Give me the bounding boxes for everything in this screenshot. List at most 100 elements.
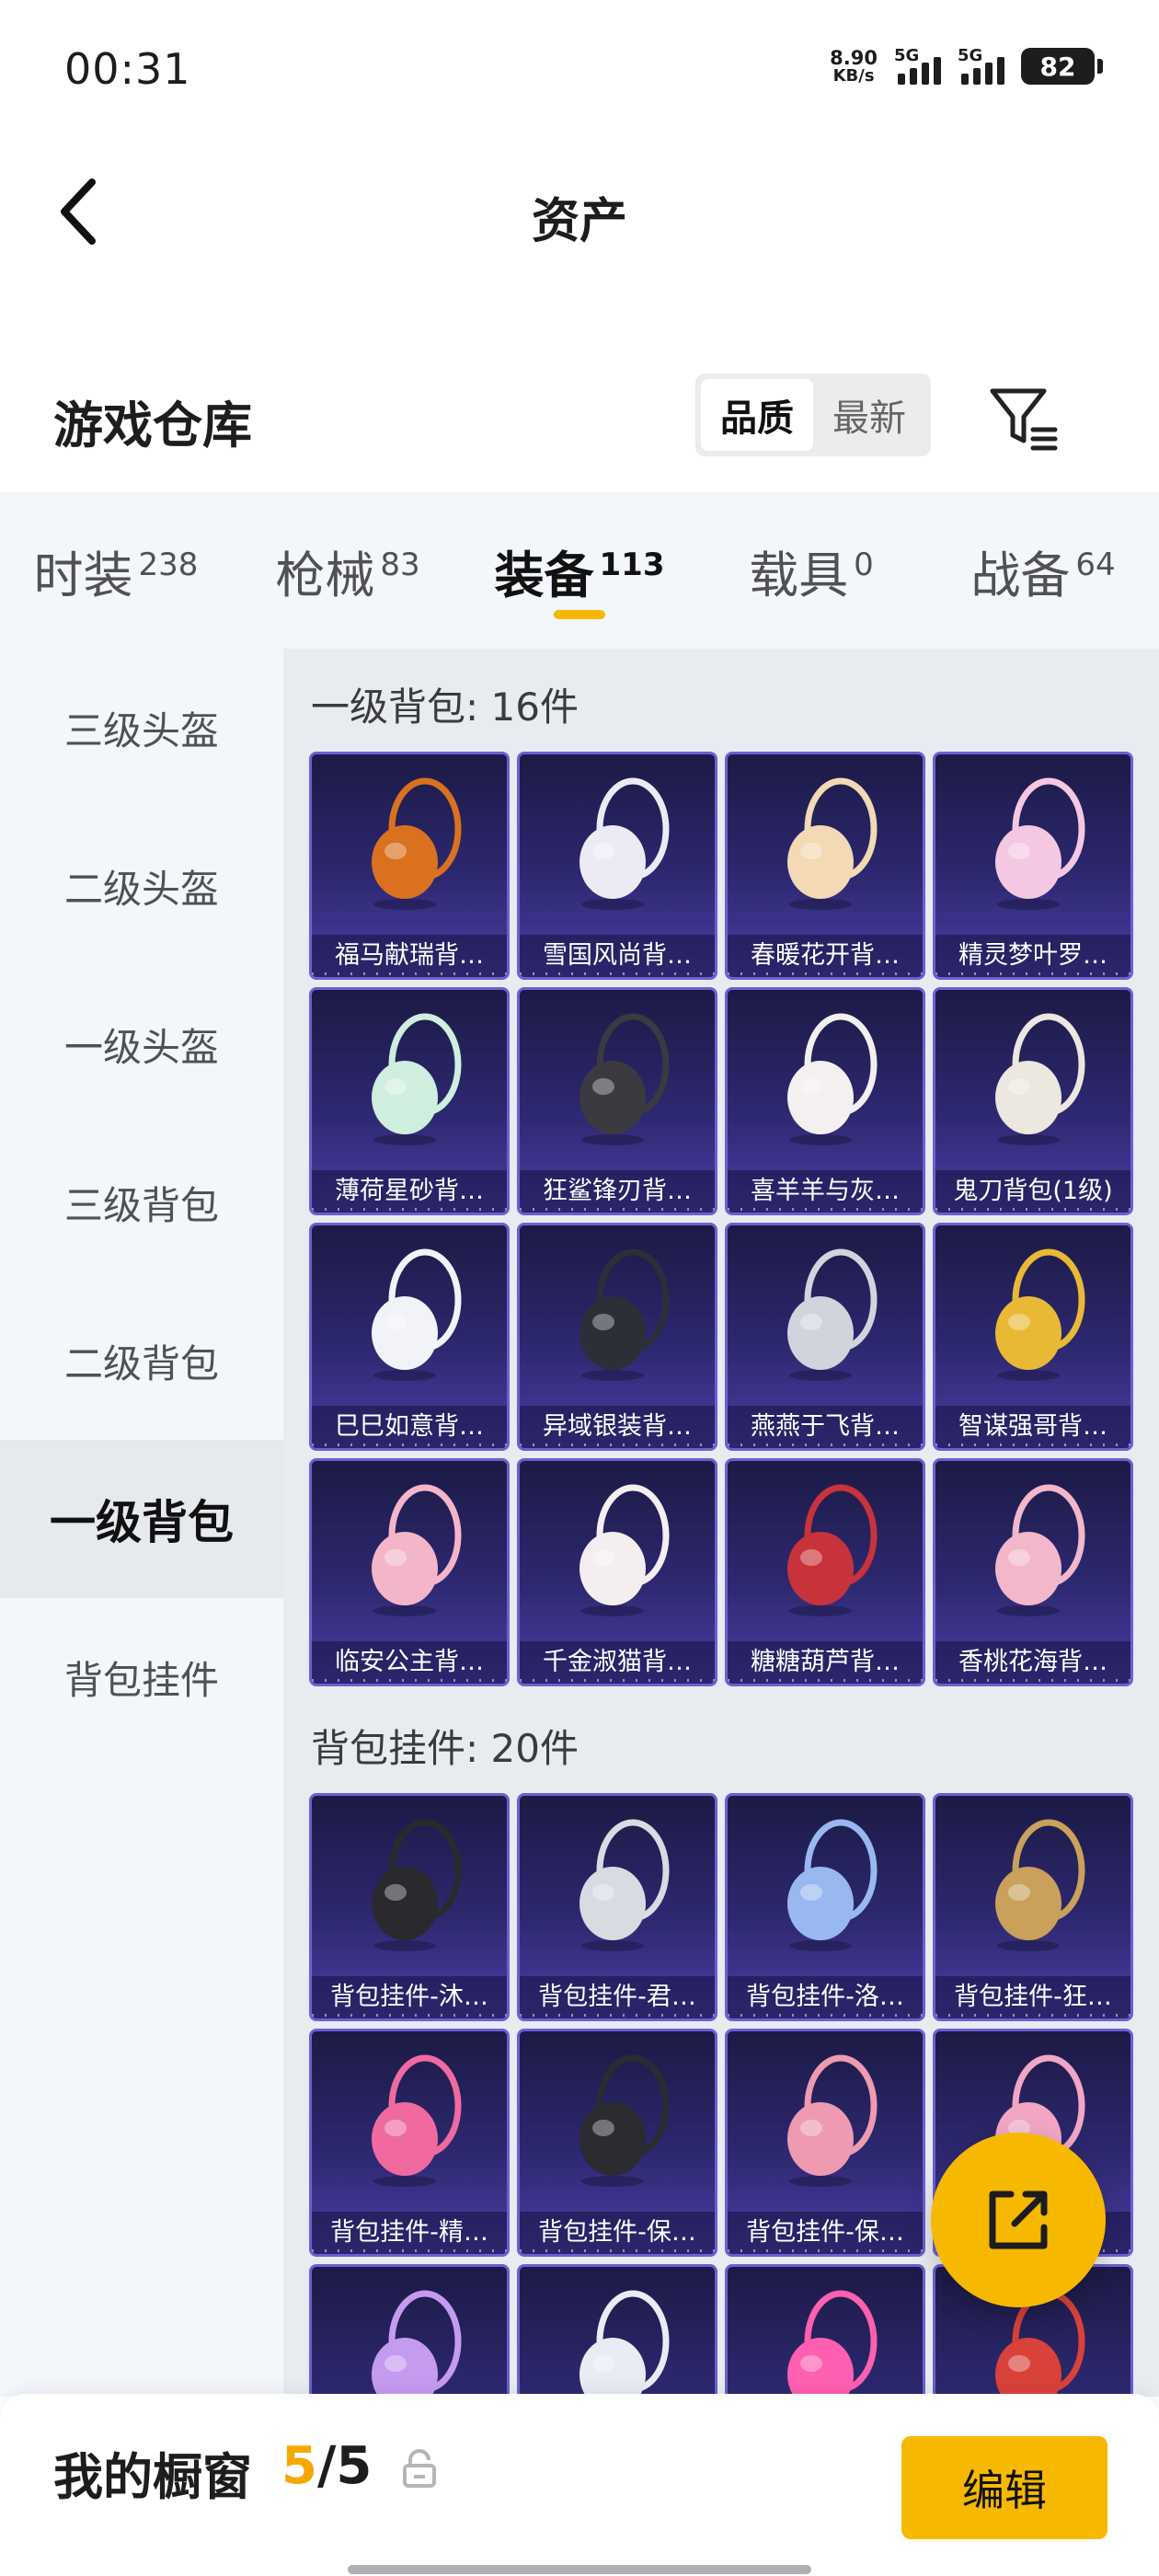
category-tabs: 时装 238 枪械 83 装备 113 载具 0 战备 64 [0,492,1159,649]
item-name: 雪国风尚背… [520,935,715,977]
item-name: 背包挂件-洛… [728,1976,923,2018]
item-card[interactable]: 临安公主背… [309,1458,510,1686]
item-card[interactable]: 燕燕于飞背… [725,1223,925,1451]
item-card[interactable]: 背包挂件-保… [517,2029,717,2257]
tab-label: 时装 [33,546,133,604]
red-gourd-backpack-icon [728,1461,923,1645]
network-speed-unit: KB/s [832,65,875,86]
item-card[interactable]: 异域银装背… [517,1223,717,1451]
sidebar-item-backpack-charms[interactable]: 背包挂件 [0,1598,283,1756]
filter-button[interactable] [982,377,1065,460]
item-name: 巳巳如意背… [312,1406,507,1448]
item-card[interactable]: 鬼刀背包(1级) [933,987,1133,1215]
warehouse-title: 游戏仓库 [53,397,252,454]
pink-shell-backpack-icon [935,1461,1130,1645]
tab-count: 113 [599,546,665,583]
yellow-mascot-backpack-icon [935,1225,1130,1409]
item-card[interactable]: 薄荷星砂背… [309,987,510,1215]
edit-button[interactable]: 编辑 [901,2436,1107,2539]
pink-safe-charm-icon [728,2031,923,2215]
item-card[interactable]: 狂鲨锋刃背… [517,987,717,1215]
item-name: 福马献瑞背… [312,935,507,977]
item-card[interactable]: 背包挂件-君… [517,1793,717,2021]
item-card[interactable]: 背包挂件-狂… [933,1793,1133,2021]
showcase-count: 5/5 [281,2436,372,2496]
warehouse-header: 游戏仓库 品质 最新 [0,359,1159,478]
black-cat-charm-icon [312,1796,507,1980]
item-card[interactable]: 智谋强哥背… [933,1223,1133,1451]
share-button[interactable] [931,2133,1106,2307]
signal-strength-icon: 5G [958,46,1004,85]
item-card[interactable]: 福马献瑞背… [309,752,510,980]
item-name: 背包挂件-精… [312,2212,507,2254]
sidebar-item-backpack-lv3[interactable]: 三级背包 [0,1123,283,1282]
item-card[interactable]: 巳巳如意背… [309,1223,510,1451]
item-name: 精灵梦叶罗… [935,935,1130,977]
item-card[interactable]: 雪国风尚背… [517,752,717,980]
item-card[interactable]: 香桃花海背… [933,1458,1133,1686]
signal-strength-icon: 5G [894,46,941,85]
tab-count: 64 [1075,546,1116,583]
tab-count: 238 [138,546,199,583]
signal-bar [922,63,929,85]
showcase-label: 我的橱窗 [53,2448,252,2506]
item-card[interactable]: 春暖花开背… [725,752,925,980]
swallow-backpack-icon [728,1225,923,1409]
tab-equipment[interactable]: 装备 113 [464,535,695,619]
sort-option-quality[interactable]: 品质 [701,379,813,451]
sidebar-item-helmet-lv3[interactable]: 三级头盔 [0,649,283,807]
status-indicators: 8.90 KB/s 5G 5G 82 [830,46,1103,86]
item-name: 春暖花开背… [728,935,923,977]
item-name: 背包挂件-狂… [935,1976,1130,2018]
tab-vehicles[interactable]: 载具 0 [695,535,927,607]
status-bar: 00:31 8.90 KB/s 5G 5G 82 [0,0,1159,138]
sidebar-item-backpack-lv1[interactable]: 一级背包 [0,1440,283,1598]
network-speed: 8.90 KB/s [830,48,878,86]
golden-fin-charm-icon [935,1796,1130,1980]
item-card[interactable]: 背包挂件-精… [309,2029,510,2257]
orange-horse-backpack-icon [312,754,507,938]
item-card[interactable]: 千金淑猫背… [517,1458,717,1686]
item-card[interactable]: 背包挂件-沐… [309,1793,510,2021]
sidebar-item-backpack-lv2[interactable]: 二级背包 [0,1282,283,1440]
item-card[interactable]: 喜羊羊与灰… [725,987,925,1215]
tab-fashion[interactable]: 时装 238 [0,535,232,607]
page-title: 资产 [531,194,627,249]
tab-count: 0 [854,546,874,583]
tab-guns[interactable]: 枪械 83 [232,535,464,607]
white-snake-backpack-icon [312,1225,507,1409]
item-name: 鬼刀背包(1级) [935,1170,1130,1213]
item-card[interactable]: 背包挂件-保… [725,2029,925,2257]
item-card[interactable]: 糖糖葫芦背… [725,1458,925,1686]
item-card[interactable]: 背包挂件-洛… [725,1793,925,2021]
section-title: 背包挂件: 20件 [311,1726,579,1771]
item-card[interactable] [309,2264,510,2397]
item-card[interactable]: 精灵梦叶罗… [933,752,1133,980]
showcase-total: 5 [336,2436,373,2496]
showcase-separator: / [316,2436,337,2496]
home-indicator [348,2565,811,2574]
lock-icon [403,2449,436,2488]
filter-icon [990,388,1058,451]
sort-option-latest[interactable]: 最新 [813,379,925,451]
sidebar-item-helmet-lv2[interactable]: 二级头盔 [0,807,283,965]
dark-tech-backpack-icon [520,1225,715,1409]
sidebar-item-helmet-lv1[interactable]: 一级头盔 [0,965,283,1123]
showcase-used: 5 [281,2436,317,2496]
item-card[interactable] [517,2264,717,2397]
backpack-grid: 福马献瑞背… 雪国风尚背… 春暖花开背… 精灵梦叶罗… 薄荷星砂背… 狂鲨锋刃背… 喜羊羊与… [309,752,1133,1686]
tab-supplies[interactable]: 战备 64 [927,535,1159,607]
signal-bar [910,68,917,85]
bell-flower-charm-icon [520,2267,715,2397]
item-card[interactable] [725,2264,925,2397]
tab-count: 83 [380,546,420,583]
white-cat-backpack-icon [520,1461,715,1645]
tab-label: 装备 [494,546,594,604]
battery-icon: 82 [1021,48,1103,85]
signal-bar [898,74,905,85]
item-name: 喜羊羊与灰… [728,1170,923,1213]
flower-fairy-backpack-icon [728,754,923,938]
item-name: 糖糖葫芦背… [728,1641,923,1684]
item-name: 燕燕于飞背… [728,1406,923,1448]
sword-charm-icon [520,1796,715,1980]
